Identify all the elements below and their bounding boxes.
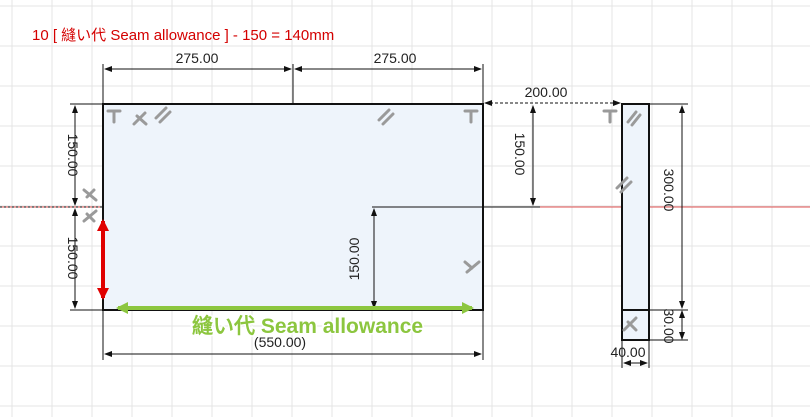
dim-strip-width-label[interactable]: 40.00: [610, 344, 645, 360]
seam-allowance-label: 縫い代 Seam allowance: [192, 314, 423, 338]
dim-right-inner-label[interactable]: 150.00: [512, 133, 528, 176]
dim-top-right-label[interactable]: 275.00: [374, 50, 417, 66]
dim-strip-height-label[interactable]: 300.00: [661, 169, 677, 212]
dim-gap-label[interactable]: 200.00: [525, 84, 568, 100]
side-strip-bottom[interactable]: [621, 309, 650, 341]
side-strip[interactable]: [621, 103, 650, 311]
dim-top-left-label[interactable]: 275.00: [176, 50, 219, 66]
dim-left-lower-label[interactable]: 150.00: [65, 237, 81, 280]
perpendicular-icon[interactable]: [602, 109, 618, 124]
dim-strip-bottom-label[interactable]: 30.00: [661, 308, 677, 343]
sketch-canvas[interactable]: 275.00 275.00 200.00 150.00 150.00 150.0…: [0, 0, 810, 417]
formula-annotation: 10 [ 縫い代 Seam allowance ] - 150 = 140mm: [32, 27, 334, 44]
dim-center-label[interactable]: 150.00: [346, 237, 362, 280]
dim-left-upper-label[interactable]: 150.00: [65, 134, 81, 177]
perpendicular-icon[interactable]: [82, 209, 98, 223]
perpendicular-icon[interactable]: [82, 188, 98, 202]
